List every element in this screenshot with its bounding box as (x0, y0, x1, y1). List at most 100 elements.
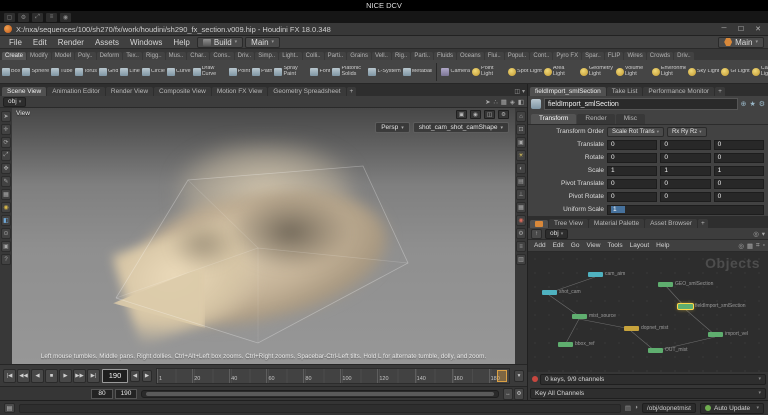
play-forward-button[interactable]: ▶ (59, 369, 72, 383)
param-x-field[interactable]: 0 (607, 140, 657, 150)
shelf-tab[interactable]: Popul.. (505, 52, 530, 60)
shelf-tool[interactable]: Geometry Light (580, 66, 614, 78)
shelf-tool[interactable]: Volume Light (616, 66, 650, 78)
shelf-tool[interactable]: GI Light (721, 68, 749, 76)
network-node[interactable]: bbox_ref (558, 342, 573, 347)
translate-icon[interactable]: ✛ (1, 124, 11, 135)
menu-item[interactable]: Help (168, 38, 194, 47)
shelf-tab[interactable]: Parti.. (411, 52, 433, 60)
param-z-field[interactable]: 0 (714, 192, 764, 202)
grid-snap-icon[interactable]: ⌗ (756, 242, 760, 250)
pane-tab[interactable]: Tree View (549, 219, 588, 228)
gear-menu-icon[interactable]: ⚙ (759, 100, 765, 108)
param-z-field[interactable]: 0 (714, 179, 764, 189)
shelf-tab[interactable]: Tex.. (123, 52, 142, 60)
network-menu-item[interactable]: Edit (550, 242, 567, 249)
network-node[interactable]: GEO_smlSection (658, 282, 673, 287)
pane-tab[interactable]: Take List (607, 87, 643, 96)
dcv-session-icon[interactable]: ◉ (60, 13, 71, 22)
shelf-tool[interactable]: L-System (368, 68, 400, 76)
minimize-button[interactable]: ─ (718, 25, 730, 33)
close-button[interactable]: ✕ (752, 25, 764, 33)
shelf-tool[interactable]: Tube (51, 68, 72, 76)
range-start-field[interactable]: 80 (91, 389, 113, 399)
key-all-channels-dropdown[interactable]: Key All Channels (530, 388, 766, 399)
net-overview-icon[interactable]: ▫ (763, 242, 765, 249)
help-icon[interactable]: ? (1, 254, 11, 265)
shelf-tool[interactable]: Curve (167, 68, 191, 76)
shelf-tab[interactable]: Oceans (457, 52, 484, 60)
pane-tab[interactable]: Animation Editor (47, 87, 105, 96)
pane-tab[interactable]: Composite View (154, 87, 211, 96)
go-to-start-button[interactable]: |◀ (3, 369, 16, 383)
normals-icon[interactable]: ⊥ (516, 189, 526, 200)
current-frame-field[interactable]: 190 (102, 369, 128, 383)
network-node[interactable]: cam_aim (588, 272, 603, 277)
select-mode-icon[interactable]: ➤ (485, 98, 490, 106)
network-node[interactable]: dopnet_mist (624, 326, 639, 331)
keys-channels-dropdown[interactable]: 0 keys, 9/9 channels (540, 374, 766, 385)
construction-plane-icon[interactable]: ◧ (518, 98, 524, 106)
param-y-field[interactable]: 0 (660, 153, 710, 163)
folder-tab[interactable]: Transform (531, 114, 576, 124)
wireframe-icon[interactable]: ▤ (516, 176, 526, 187)
pane-tab[interactable]: Geometry Spreadsheet (268, 87, 345, 96)
shelf-tab[interactable]: Colli.. (303, 52, 324, 60)
shelf-tool[interactable]: Platonic Solids (332, 66, 366, 78)
shelf-tab[interactable]: Model (52, 52, 74, 60)
network-menu-item[interactable]: Add (531, 242, 549, 249)
handles-icon[interactable]: ✥ (1, 163, 11, 174)
snap-grid-icon[interactable]: ▦ (501, 98, 507, 106)
projection-menu[interactable]: Persp (375, 122, 410, 133)
pane-tab[interactable]: Scene View (2, 87, 46, 96)
shelf-tab[interactable]: Mus.. (166, 52, 187, 60)
snapshot-icon[interactable]: ◉ (470, 110, 481, 119)
pane-tab[interactable]: Performance Monitor (643, 87, 714, 96)
snap-points-icon[interactable]: ∴ (494, 98, 498, 106)
view-home-icon[interactable]: ⌂ (516, 111, 526, 122)
path-up-button[interactable]: ↑ (531, 229, 542, 239)
network-node[interactable]: mist_source (572, 314, 587, 319)
display-flags-icon[interactable]: ▣ (1, 241, 11, 252)
shelf-tab[interactable]: Parti.. (325, 52, 347, 60)
shelf-tab[interactable]: Modify (27, 52, 51, 60)
param-z-field[interactable]: 0 (714, 153, 764, 163)
message-log-icon[interactable]: ▤ (625, 404, 631, 412)
new-pane-tab-button[interactable]: + (347, 87, 357, 96)
pin-network-icon[interactable]: ◎ (753, 230, 759, 238)
param-x-field[interactable]: 0 (607, 179, 657, 189)
node-name-field[interactable]: fieldImport_smlSection (544, 98, 738, 110)
shelf-tool[interactable]: Font (310, 68, 330, 76)
input-selector-icon[interactable]: ⊕ (741, 100, 747, 108)
shelf-tab[interactable]: Fluids (434, 52, 456, 60)
param-y-field[interactable]: 1 (660, 166, 710, 176)
shelf-tab[interactable]: Create (2, 52, 26, 60)
param-y-field[interactable]: 0 (660, 192, 710, 202)
dcv-fullscreen-icon[interactable]: ⤢ (32, 13, 43, 22)
shelf-tool[interactable]: Circle (142, 68, 165, 76)
network-menu-item[interactable]: Layout (627, 242, 653, 249)
shelf-tab[interactable]: Rigg.. (143, 52, 165, 60)
go-to-end-button[interactable]: ▶| (87, 369, 100, 383)
menu-item[interactable]: File (4, 38, 27, 47)
shelf-tab[interactable]: Simp.. (255, 52, 278, 60)
network-path-crumb[interactable]: obj (545, 229, 568, 239)
edit-icon[interactable]: ✎ (1, 176, 11, 187)
shelf-tab[interactable]: Cons.. (210, 52, 233, 60)
light-view-icon[interactable]: ☀ (516, 150, 526, 161)
prev-keyframe-button[interactable]: ◀◀ (17, 369, 30, 383)
global-range-icon[interactable]: ↔ (503, 388, 513, 400)
pane-tab[interactable]: Render View (106, 87, 153, 96)
shading-mode-icon[interactable]: ◐ (516, 163, 526, 174)
pane-tab[interactable]: Material Palette (589, 219, 644, 228)
shelf-tool[interactable]: Draw Curve (193, 66, 227, 78)
shelf-tab[interactable]: Deform (97, 52, 123, 60)
auto-update-dropdown[interactable]: Auto Update (700, 403, 764, 414)
shelf-tab[interactable]: Cont.. (530, 52, 552, 60)
snap-grid-icon[interactable]: ▦ (1, 189, 11, 200)
timeline-ruler[interactable]: 120406080100120140160180 (156, 368, 510, 384)
range-slider-thumb[interactable] (146, 392, 495, 396)
current-network-path[interactable]: /obj/dopnetmist (642, 403, 696, 413)
shelf-tool[interactable]: Area Light (544, 66, 578, 78)
view-options-icon[interactable]: ⚙ (516, 228, 526, 239)
